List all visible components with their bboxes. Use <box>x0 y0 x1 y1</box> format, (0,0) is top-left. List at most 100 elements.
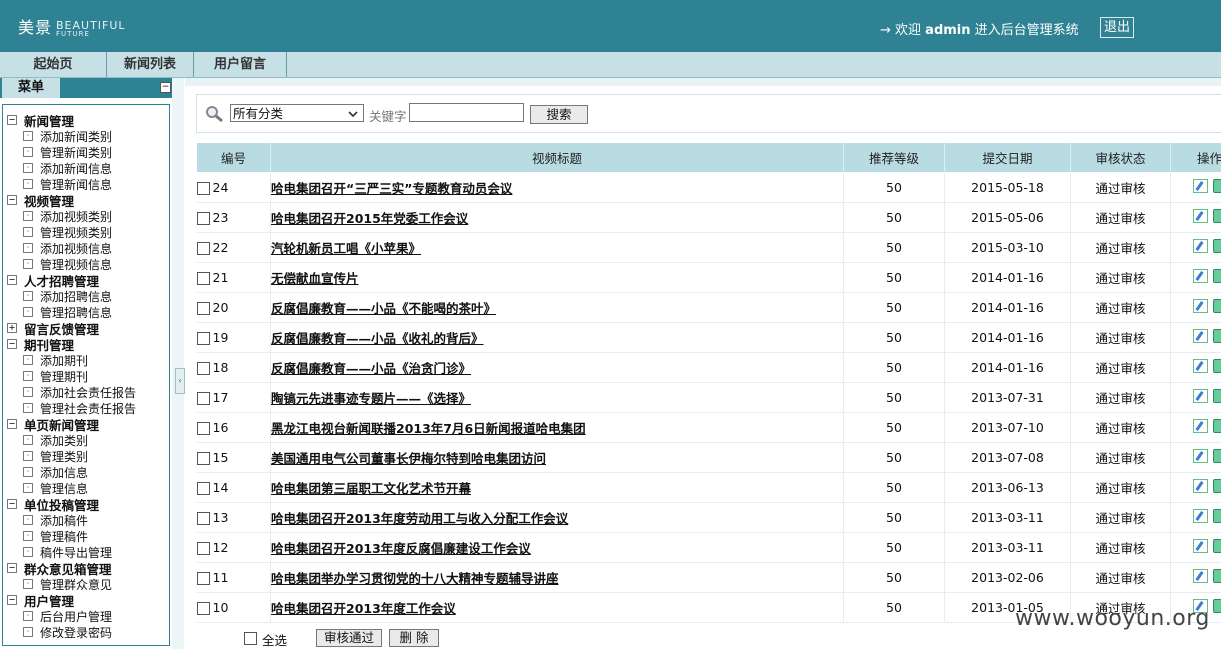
video-title-link[interactable]: 哈电集团召开“三严三实”专题教育动员会议 <box>271 181 512 196</box>
sidebar-item[interactable]: · 后台用户管理 <box>7 608 136 624</box>
edit-icon[interactable] <box>1193 569 1208 583</box>
edit-icon[interactable] <box>1193 329 1208 343</box>
video-title-link[interactable]: 汽轮机新员工唱《小苹果》 <box>271 241 421 256</box>
sidebar-group[interactable]: − 期刊管理 <box>7 336 136 353</box>
sidebar-item[interactable]: · 添加视频类别 <box>7 208 136 224</box>
video-title-link[interactable]: 反腐倡廉教育——小品《收礼的背后》 <box>271 331 484 346</box>
row-checkbox[interactable] <box>196 182 210 195</box>
delete-icon[interactable] <box>1213 269 1221 283</box>
collapse-icon[interactable]: − <box>7 595 17 605</box>
sidebar-item[interactable]: · 添加社会责任报告 <box>7 384 136 400</box>
edit-icon[interactable] <box>1193 269 1208 283</box>
row-checkbox[interactable] <box>196 332 210 345</box>
edit-icon[interactable] <box>1193 239 1208 253</box>
delete-icon[interactable] <box>1213 329 1221 343</box>
row-checkbox[interactable] <box>196 242 210 255</box>
row-checkbox[interactable] <box>196 362 210 375</box>
collapse-icon[interactable]: − <box>7 563 17 573</box>
delete-icon[interactable] <box>1213 359 1221 373</box>
sidebar-group[interactable]: − 群众意见箱管理 <box>7 560 136 577</box>
logout-button[interactable]: 退出 <box>1100 17 1134 38</box>
collapse-icon[interactable]: − <box>7 339 17 349</box>
row-checkbox[interactable] <box>196 302 210 315</box>
row-checkbox[interactable] <box>196 452 210 465</box>
sidebar-group[interactable]: − 单位投稿管理 <box>7 496 136 513</box>
video-title-link[interactable]: 哈电集团第三届职工文化艺术节开幕 <box>271 481 471 496</box>
edit-icon[interactable] <box>1193 449 1208 463</box>
collapse-icon[interactable]: − <box>7 275 17 285</box>
video-title-link[interactable]: 反腐倡廉教育——小品《不能喝的茶叶》 <box>271 301 496 316</box>
edit-icon[interactable] <box>1193 389 1208 403</box>
collapse-icon[interactable]: − <box>7 419 17 429</box>
sidebar-item[interactable]: · 添加新闻类别 <box>7 128 136 144</box>
row-checkbox[interactable] <box>196 392 210 405</box>
sidebar-group[interactable]: − 人才招聘管理 <box>7 272 136 289</box>
tab-user-messages[interactable]: 用户留言 <box>194 52 287 77</box>
collapse-icon[interactable]: − <box>7 499 17 509</box>
keyword-input[interactable] <box>409 103 524 122</box>
tab-start-page[interactable]: 起始页 <box>0 52 107 77</box>
delete-icon[interactable] <box>1213 299 1221 313</box>
video-title-link[interactable]: 黑龙江电视台新闻联播2013年7月6日新闻报道哈电集团 <box>271 421 586 436</box>
expand-icon[interactable]: + <box>7 323 17 333</box>
edit-icon[interactable] <box>1193 539 1208 553</box>
sidebar-item[interactable]: · 添加新闻信息 <box>7 160 136 176</box>
sidebar-item[interactable]: · 管理期刊 <box>7 368 136 384</box>
edit-icon[interactable] <box>1193 419 1208 433</box>
sidebar-item[interactable]: · 管理稿件 <box>7 528 136 544</box>
edit-icon[interactable] <box>1193 299 1208 313</box>
video-title-link[interactable]: 陶镐元先进事迹专题片——《选择》 <box>271 391 471 406</box>
video-title-link[interactable]: 哈电集团举办学习贯彻党的十八大精神专题辅导讲座 <box>271 571 559 586</box>
delete-icon[interactable] <box>1213 509 1221 523</box>
delete-icon[interactable] <box>1213 209 1221 223</box>
row-checkbox[interactable] <box>196 272 210 285</box>
sidebar-toggle-icon[interactable]: ‹ <box>175 368 185 394</box>
sidebar-item[interactable]: · 修改登录密码 <box>7 624 136 640</box>
delete-icon[interactable] <box>1213 479 1221 493</box>
collapse-all-icon[interactable]: − <box>160 82 171 93</box>
select-all-checkbox[interactable] <box>244 632 257 645</box>
collapse-icon[interactable]: − <box>7 115 17 125</box>
sidebar-item[interactable]: · 管理类别 <box>7 448 136 464</box>
sidebar-item[interactable]: · 添加稿件 <box>7 512 136 528</box>
collapse-icon[interactable]: − <box>7 195 17 205</box>
row-checkbox[interactable] <box>196 482 210 495</box>
row-checkbox[interactable] <box>196 602 210 615</box>
video-title-link[interactable]: 无偿献血宣传片 <box>271 271 359 286</box>
video-title-link[interactable]: 美国通用电气公司董事长伊梅尔特到哈电集团访问 <box>271 451 546 466</box>
video-title-link[interactable]: 反腐倡廉教育——小品《治贪门诊》 <box>271 361 471 376</box>
sidebar-group[interactable]: − 视频管理 <box>7 192 136 209</box>
delete-icon[interactable] <box>1213 419 1221 433</box>
sidebar-item[interactable]: · 添加信息 <box>7 464 136 480</box>
sidebar-item[interactable]: · 添加视频信息 <box>7 240 136 256</box>
row-checkbox[interactable] <box>196 512 210 525</box>
sidebar-item[interactable]: · 管理新闻类别 <box>7 144 136 160</box>
sidebar-item[interactable]: · 管理视频类别 <box>7 224 136 240</box>
delete-icon[interactable] <box>1213 239 1221 253</box>
tab-news-list[interactable]: 新闻列表 <box>107 52 194 77</box>
sidebar-item[interactable]: · 添加类别 <box>7 432 136 448</box>
sidebar-item[interactable]: · 添加期刊 <box>7 352 136 368</box>
video-title-link[interactable]: 哈电集团召开2013年度工作会议 <box>271 601 456 616</box>
delete-icon[interactable] <box>1213 599 1221 613</box>
sidebar-group[interactable]: − 用户管理 <box>7 592 136 609</box>
approve-button[interactable]: 审核通过 <box>316 629 382 647</box>
search-button[interactable]: 搜索 <box>530 105 588 124</box>
row-checkbox[interactable] <box>196 542 210 555</box>
delete-button[interactable]: 删 除 <box>389 629 439 647</box>
video-title-link[interactable]: 哈电集团召开2015年党委工作会议 <box>271 211 468 226</box>
row-checkbox[interactable] <box>196 212 210 225</box>
video-title-link[interactable]: 哈电集团召开2013年度反腐倡廉建设工作会议 <box>271 541 531 556</box>
sidebar-group[interactable]: − 新闻管理 <box>7 112 136 129</box>
edit-icon[interactable] <box>1193 179 1208 193</box>
sidebar-group[interactable]: − 单页新闻管理 <box>7 416 136 433</box>
delete-icon[interactable] <box>1213 569 1221 583</box>
edit-icon[interactable] <box>1193 509 1208 523</box>
sidebar-item[interactable]: · 添加招聘信息 <box>7 288 136 304</box>
edit-icon[interactable] <box>1193 209 1208 223</box>
edit-icon[interactable] <box>1193 359 1208 373</box>
category-select[interactable]: 所有分类 <box>230 104 364 122</box>
delete-icon[interactable] <box>1213 539 1221 553</box>
delete-icon[interactable] <box>1213 389 1221 403</box>
edit-icon[interactable] <box>1193 479 1208 493</box>
